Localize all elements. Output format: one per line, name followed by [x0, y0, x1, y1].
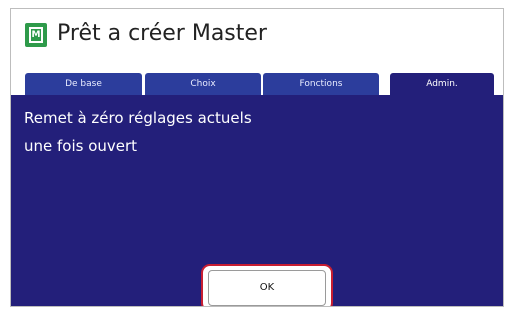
ok-button-highlight: OK — [201, 264, 333, 306]
master-icon: M — [25, 23, 47, 47]
tab-de-base[interactable]: De base — [25, 73, 142, 95]
device-screen: M Prêt a créer Master De base Choix Fonc… — [10, 8, 504, 307]
message-text: Remet à zéro réglages actuels une fois o… — [24, 104, 252, 160]
screen-header: M Prêt a créer Master — [11, 9, 503, 73]
tab-fonctions[interactable]: Fonctions — [263, 73, 379, 95]
ok-button[interactable]: OK — [208, 270, 326, 306]
message-line-1: Remet à zéro réglages actuels — [24, 109, 252, 127]
page-title: Prêt a créer Master — [57, 21, 267, 46]
master-icon-letter: M — [29, 27, 43, 43]
tab-bar: De base Choix Fonctions Admin. — [11, 73, 503, 95]
tab-admin[interactable]: Admin. — [390, 73, 494, 95]
message-line-2: une fois ouvert — [24, 137, 138, 155]
content-panel: Remet à zéro réglages actuels une fois o… — [11, 95, 503, 306]
tab-choix[interactable]: Choix — [145, 73, 261, 95]
